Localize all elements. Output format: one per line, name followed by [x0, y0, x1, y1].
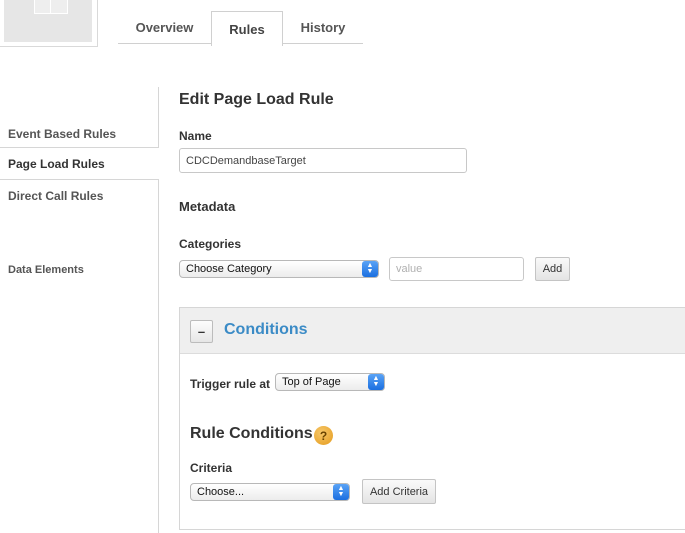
sidebar-item-event-based-rules[interactable]: Event Based Rules: [0, 120, 158, 147]
sidebar-item-page-load-rules[interactable]: Page Load Rules: [0, 147, 159, 180]
sidebar-item-data-elements[interactable]: Data Elements: [0, 258, 158, 282]
sidebar-item-label: Page Load Rules: [8, 156, 105, 171]
conditions-header: – Conditions: [180, 308, 685, 354]
up-down-chevron-icon: ▲ ▼: [362, 261, 378, 277]
up-down-chevron-icon: ▲ ▼: [333, 484, 349, 500]
criteria-label: Criteria: [190, 461, 233, 475]
trigger-rule-label: Trigger rule at: [190, 377, 271, 391]
criteria-select-value: Choose...: [197, 486, 245, 498]
category-select[interactable]: Choose Category ▲ ▼: [179, 260, 379, 278]
metadata-heading: Metadata: [179, 199, 236, 214]
name-input[interactable]: [179, 148, 467, 173]
trigger-select-value: Top of Page: [282, 376, 341, 388]
category-value-input[interactable]: [389, 257, 524, 281]
add-criteria-button[interactable]: Add Criteria: [362, 479, 436, 504]
criteria-select[interactable]: Choose... ▲ ▼: [190, 483, 350, 501]
rule-conditions-heading: Rule Conditions: [190, 425, 313, 442]
up-down-chevron-icon: ▲ ▼: [368, 374, 384, 390]
minus-icon: –: [197, 324, 206, 339]
conditions-title: Conditions: [224, 321, 308, 338]
sidebar-item-direct-call-rules[interactable]: Direct Call Rules: [0, 182, 158, 210]
add-category-button[interactable]: Add: [535, 257, 570, 281]
question-mark-icon[interactable]: ?: [314, 426, 333, 445]
tab-history[interactable]: History: [283, 10, 363, 44]
tab-overview[interactable]: Overview: [118, 10, 211, 44]
page-title: Edit Page Load Rule: [179, 91, 334, 108]
collapse-conditions-button[interactable]: –: [190, 320, 213, 343]
rule-thumbnail: [0, 0, 98, 47]
name-label: Name: [179, 129, 212, 143]
categories-label: Categories: [179, 237, 242, 251]
category-select-value: Choose Category: [186, 263, 272, 275]
page-thumbnail-icon: [4, 0, 92, 42]
conditions-panel: – Conditions Trigger rule at Top of Page…: [179, 307, 685, 530]
trigger-rule-select[interactable]: Top of Page ▲ ▼: [275, 373, 385, 391]
tab-rules[interactable]: Rules: [211, 11, 283, 46]
